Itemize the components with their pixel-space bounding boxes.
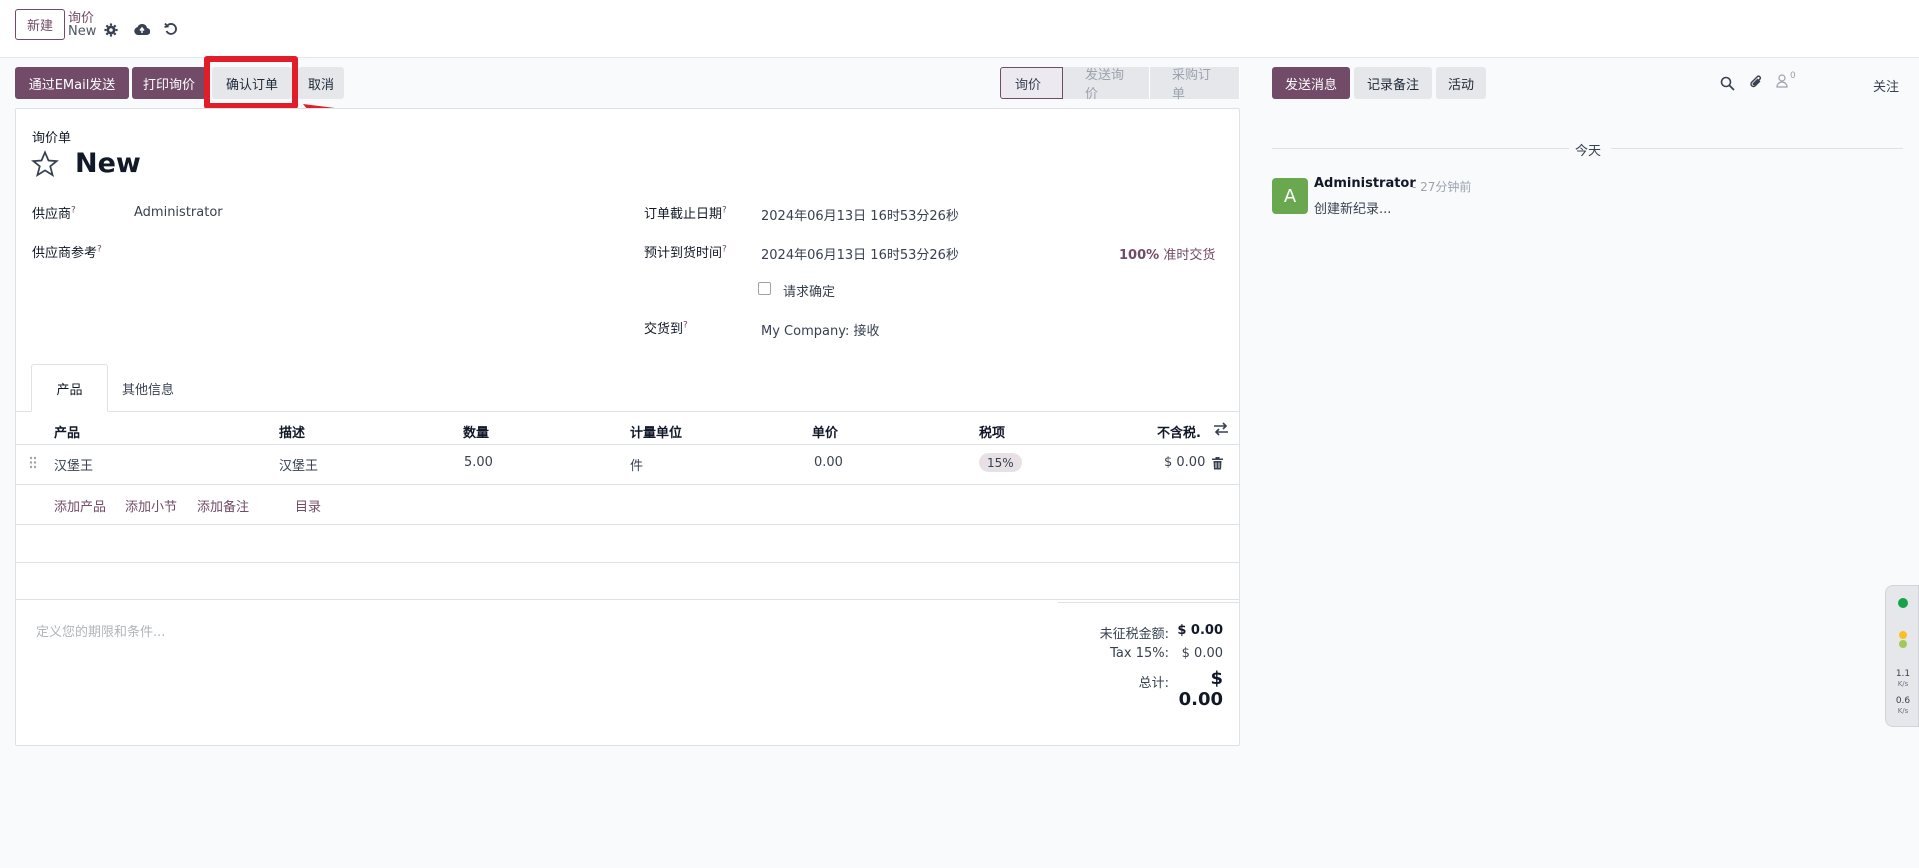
vendor-field[interactable]: Administrator <box>134 205 223 220</box>
print-rfq-button[interactable]: 打印询价 <box>132 67 206 99</box>
vendor-label: 供应商? <box>32 205 76 222</box>
search-icon[interactable] <box>1720 76 1735 95</box>
row-divider <box>16 444 1239 445</box>
message-time: - 27分钟前 <box>1412 180 1472 194</box>
vendor-reference-field[interactable] <box>134 237 604 261</box>
followers-count: 0 <box>1790 71 1796 81</box>
order-deadline-field[interactable]: 2024年06月13日 16时53分26秒 <box>761 205 959 224</box>
breadcrumb-current: New <box>68 24 97 39</box>
column-header-taxes[interactable]: 税项 <box>979 422 1005 441</box>
stage-rfq-sent[interactable]: 发送询价 <box>1063 67 1150 102</box>
cell-quantity[interactable]: 5.00 <box>464 455 493 470</box>
vendor-reference-label: 供应商参考? <box>32 244 102 261</box>
network-monitor-widget[interactable]: 1.1 K/s 0.6 K/s <box>1885 585 1919 727</box>
help-tooltip-icon[interactable]: ? <box>722 206 727 216</box>
cell-uom[interactable]: 件 <box>630 455 643 474</box>
status-dot-icon <box>1899 640 1907 648</box>
tax-amount-value: $ 0.00 <box>1181 646 1223 661</box>
order-deadline-label: 订单截止日期? <box>644 205 727 222</box>
column-header-subtotal[interactable]: 不含税. <box>1157 422 1201 441</box>
total-label: 总计: <box>1138 676 1169 691</box>
help-tooltip-icon[interactable]: ? <box>71 206 76 216</box>
send-by-email-button[interactable]: 通过EMail发送 <box>15 67 129 99</box>
stage-purchase-order[interactable]: 采购订单 <box>1150 67 1240 102</box>
catalog-link[interactable]: 目录 <box>295 496 321 515</box>
row-divider <box>16 562 1239 563</box>
untaxed-amount-value: $ 0.00 <box>1177 623 1223 638</box>
avatar[interactable]: A <box>1272 178 1308 214</box>
help-tooltip-icon[interactable]: ? <box>722 245 727 255</box>
trash-icon[interactable] <box>1212 457 1223 474</box>
download-rate: 0.6 <box>1895 696 1911 706</box>
column-header-unit-price[interactable]: 单价 <box>812 422 838 441</box>
tax-badge[interactable]: 15% <box>979 453 1022 472</box>
cell-product[interactable]: 汉堡王 <box>54 455 93 474</box>
total-value: $ 0.00 <box>1178 668 1223 710</box>
add-note-link[interactable]: 添加备注 <box>197 496 249 515</box>
column-settings-icon[interactable] <box>1213 422 1229 440</box>
tax-amount-label: Tax 15%: <box>1110 646 1169 661</box>
date-separator-line <box>1611 148 1903 149</box>
row-divider <box>16 484 1239 485</box>
help-tooltip-icon[interactable]: ? <box>97 245 102 255</box>
status-dot-icon <box>1899 631 1907 639</box>
message-body: 创建新纪录... <box>1314 202 1392 217</box>
document-type-label: 询价单 <box>32 131 72 146</box>
upload-rate: 1.1 <box>1895 669 1911 679</box>
cloud-save-icon[interactable] <box>134 21 150 37</box>
new-record-button[interactable]: 新建 <box>15 9 65 40</box>
drag-handle-icon[interactable] <box>29 456 37 473</box>
send-message-button[interactable]: 发送消息 <box>1272 67 1350 99</box>
column-header-quantity[interactable]: 数量 <box>463 422 489 441</box>
top-breadcrumb-bar: 新建 询价 New <box>0 0 1919 58</box>
highlight-annotation-box <box>204 56 298 109</box>
follow-button[interactable]: 关注 <box>1873 76 1899 95</box>
untaxed-amount-label: 未征税金额: <box>1099 627 1169 642</box>
ask-confirmation-label: 请求确定 <box>783 285 836 300</box>
form-sheet: 询价单 New 供应商? Administrator 供应商参考? 订单截止日期… <box>15 108 1240 746</box>
totals-divider <box>1058 602 1239 603</box>
message-author[interactable]: Administrator <box>1314 176 1416 191</box>
expected-arrival-field[interactable]: 2024年06月13日 16时53分26秒 <box>761 244 959 263</box>
discard-icon[interactable] <box>163 21 179 37</box>
ask-confirmation-checkbox[interactable] <box>758 282 771 295</box>
expected-arrival-label: 预计到货时间? <box>644 244 727 261</box>
deliver-to-label: 交货到? <box>644 320 688 337</box>
column-header-uom[interactable]: 计量单位 <box>630 422 682 441</box>
date-separator: 今天 <box>1575 144 1602 159</box>
add-product-link[interactable]: 添加产品 <box>54 496 106 515</box>
tab-products[interactable]: 产品 <box>31 364 108 412</box>
date-separator-line <box>1272 148 1569 149</box>
record-title: New <box>75 148 141 179</box>
on-time-rate-link[interactable]: 100% 准时交货 <box>1119 244 1215 263</box>
download-rate-unit: K/s <box>1897 707 1909 715</box>
star-icon[interactable] <box>31 150 59 182</box>
followers-icon[interactable] <box>1776 74 1788 92</box>
notebook-tabs: 产品 其他信息 <box>16 364 1239 412</box>
gear-icon[interactable] <box>103 22 119 38</box>
deliver-to-field[interactable]: My Company: 接收 <box>761 320 879 339</box>
paperclip-icon[interactable] <box>1749 74 1764 94</box>
upload-rate-unit: K/s <box>1897 680 1909 688</box>
status-dot-icon <box>1898 598 1908 608</box>
cell-description[interactable]: 汉堡王 <box>279 455 318 474</box>
cancel-button[interactable]: 取消 <box>298 67 344 99</box>
activities-button[interactable]: 活动 <box>1436 67 1486 99</box>
terms-conditions-field[interactable]: 定义您的期限和条件... <box>36 621 165 640</box>
column-header-product[interactable]: 产品 <box>54 422 80 441</box>
cell-subtotal: $ 0.00 <box>1164 455 1206 470</box>
row-divider <box>16 599 1239 600</box>
cell-unit-price[interactable]: 0.00 <box>814 455 843 470</box>
help-tooltip-icon[interactable]: ? <box>683 321 688 331</box>
tab-other-info[interactable]: 其他信息 <box>110 364 186 412</box>
stage-rfq[interactable]: 询价 <box>1000 67 1063 99</box>
add-section-link[interactable]: 添加小节 <box>125 496 177 515</box>
status-bar: 询价 发送询价 采购订单 <box>1000 67 1240 102</box>
log-note-button[interactable]: 记录备注 <box>1354 67 1432 99</box>
column-header-description[interactable]: 描述 <box>279 422 305 441</box>
row-divider <box>16 524 1239 525</box>
